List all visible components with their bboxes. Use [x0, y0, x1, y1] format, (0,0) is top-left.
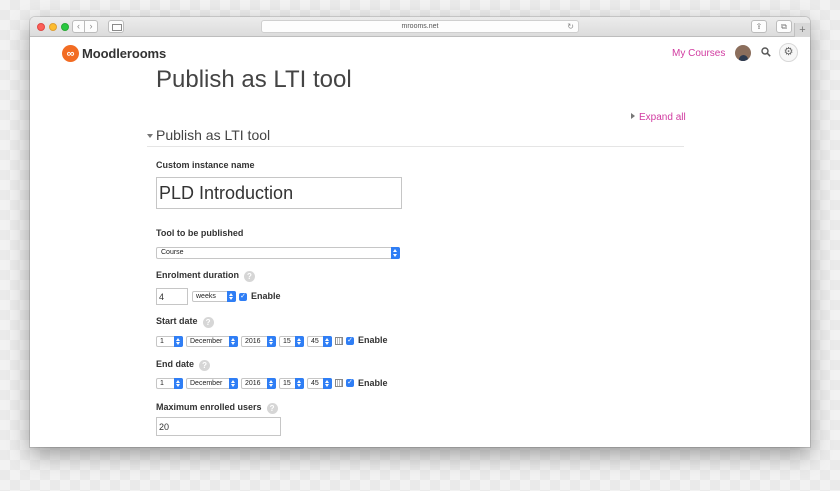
- end-hour-value: 15: [283, 380, 291, 387]
- new-tab-button[interactable]: +: [794, 23, 810, 37]
- site-header: ∞ Moodlerooms My Courses ⚙: [30, 37, 810, 69]
- forward-button[interactable]: ›: [85, 20, 98, 33]
- instance-name-label: Custom instance name: [156, 160, 255, 170]
- end-day-value: 1: [160, 380, 164, 387]
- enrolment-duration-text: Enrolment duration: [156, 270, 239, 280]
- start-minute-select[interactable]: 45: [307, 336, 332, 347]
- end-month-select[interactable]: December: [186, 378, 238, 389]
- logo-text: Moodlerooms: [82, 46, 167, 61]
- start-enable-checkbox[interactable]: ✓: [346, 337, 354, 345]
- end-enable-label: Enable: [358, 378, 388, 388]
- select-arrows-icon: [391, 247, 400, 259]
- start-year-select[interactable]: 2016: [241, 336, 276, 347]
- start-month-select[interactable]: December: [186, 336, 238, 347]
- start-month-value: December: [190, 338, 223, 345]
- end-minute-value: 45: [311, 380, 319, 387]
- select-arrows-icon: [229, 336, 238, 347]
- url-text: mrooms.net: [401, 23, 439, 30]
- gear-icon[interactable]: ⚙: [779, 43, 798, 62]
- select-arrows-icon: [267, 378, 276, 389]
- tool-label: Tool to be published: [156, 228, 244, 238]
- max-users-label: Maximum enrolled users?: [156, 402, 278, 414]
- help-icon[interactable]: ?: [202, 317, 214, 328]
- start-date-text: Start date: [156, 316, 198, 326]
- sidebar-toggle-icon[interactable]: [108, 20, 124, 33]
- select-arrows-icon: [174, 378, 183, 389]
- end-date-text: End date: [156, 359, 195, 369]
- end-month-value: December: [190, 380, 223, 387]
- calendar-icon[interactable]: [335, 337, 343, 345]
- page-title: Publish as LTI tool: [156, 66, 352, 93]
- select-arrows-icon: [267, 336, 276, 347]
- enrolment-enable-label: Enable: [251, 291, 281, 301]
- tool-select[interactable]: Course: [156, 247, 400, 259]
- start-hour-value: 15: [283, 338, 291, 345]
- browser-titlebar: ‹ › mrooms.net ↻ ⇪ ⧉ +: [30, 17, 810, 37]
- select-arrows-icon: [229, 378, 238, 389]
- start-day-select[interactable]: 1: [156, 336, 183, 347]
- enrolment-enable-checkbox[interactable]: ✓: [239, 293, 247, 301]
- moodlerooms-logo-icon: ∞: [62, 45, 79, 62]
- enrolment-unit-select[interactable]: weeks: [192, 291, 236, 302]
- max-users-input[interactable]: 20: [156, 417, 281, 436]
- caret-down-icon: [147, 134, 153, 138]
- select-arrows-icon: [227, 291, 236, 302]
- back-button[interactable]: ‹: [72, 20, 85, 33]
- select-arrows-icon: [295, 378, 304, 389]
- instance-name-input[interactable]: PLD Introduction: [156, 177, 402, 209]
- enrolment-unit-value: weeks: [196, 293, 216, 300]
- enrolment-duration-input[interactable]: 4: [156, 288, 188, 305]
- end-enable-checkbox[interactable]: ✓: [346, 379, 354, 387]
- start-minute-value: 45: [311, 338, 319, 345]
- help-icon[interactable]: ?: [266, 403, 278, 414]
- share-icon[interactable]: ⇪: [751, 20, 767, 33]
- window-controls: [37, 23, 69, 31]
- browser-window: ‹ › mrooms.net ↻ ⇪ ⧉ + ∞ Moodlerooms My …: [30, 17, 810, 447]
- end-year-select[interactable]: 2016: [241, 378, 276, 389]
- end-day-select[interactable]: 1: [156, 378, 183, 389]
- minimize-window-button[interactable]: [49, 23, 57, 31]
- close-window-button[interactable]: [37, 23, 45, 31]
- select-arrows-icon: [295, 336, 304, 347]
- end-hour-select[interactable]: 15: [279, 378, 304, 389]
- section-title: Publish as LTI tool: [156, 127, 271, 143]
- my-courses-link[interactable]: My Courses: [672, 48, 725, 59]
- expand-all-link[interactable]: Expand all: [631, 112, 686, 123]
- start-day-value: 1: [160, 338, 164, 345]
- address-bar[interactable]: mrooms.net ↻: [261, 20, 579, 33]
- start-year-value: 2016: [245, 338, 261, 345]
- tabs-overview-icon[interactable]: ⧉: [776, 20, 792, 33]
- history-nav: ‹ ›: [72, 20, 98, 33]
- search-icon[interactable]: [761, 47, 771, 57]
- max-users-text: Maximum enrolled users: [156, 402, 262, 412]
- reload-icon[interactable]: ↻: [567, 21, 574, 32]
- calendar-icon[interactable]: [335, 379, 343, 387]
- start-enable-label: Enable: [358, 335, 388, 345]
- end-minute-select[interactable]: 45: [307, 378, 332, 389]
- select-arrows-icon: [323, 378, 332, 389]
- site-logo[interactable]: ∞ Moodlerooms: [62, 45, 166, 62]
- end-date-label: End date?: [156, 359, 211, 371]
- user-avatar[interactable]: [735, 45, 751, 61]
- start-date-label: Start date?: [156, 316, 214, 328]
- select-arrows-icon: [174, 336, 183, 347]
- section-header-toggle[interactable]: Publish as LTI tool: [147, 127, 684, 147]
- enrolment-duration-label: Enrolment duration?: [156, 270, 255, 282]
- start-hour-select[interactable]: 15: [279, 336, 304, 347]
- help-icon[interactable]: ?: [199, 360, 211, 371]
- end-year-value: 2016: [245, 380, 261, 387]
- help-icon[interactable]: ?: [244, 271, 255, 282]
- tool-select-value: Course: [161, 249, 184, 256]
- select-arrows-icon: [323, 336, 332, 347]
- zoom-window-button[interactable]: [61, 23, 69, 31]
